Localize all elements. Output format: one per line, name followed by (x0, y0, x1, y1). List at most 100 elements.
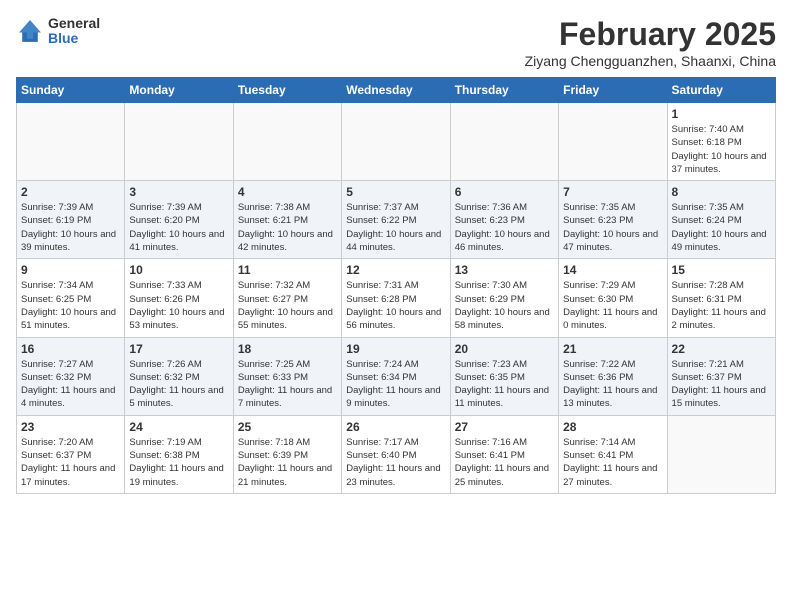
day-number: 1 (672, 107, 771, 121)
calendar-day-cell: 14 Sunrise: 7:29 AM Sunset: 6:30 PM Dayli… (559, 259, 667, 337)
day-info: Sunrise: 7:31 AM Sunset: 6:28 PM Dayligh… (346, 279, 445, 332)
calendar-day-cell: 27Sunrise: 7:16 AM Sunset: 6:41 PM Dayli… (450, 415, 558, 493)
day-info: Sunrise: 7:36 AM Sunset: 6:23 PM Dayligh… (455, 201, 554, 254)
calendar-day-cell: 1 Sunrise: 7:40 AM Sunset: 6:18 PM Daylig… (667, 103, 775, 181)
calendar-day-cell: 2Sunrise: 7:39 AM Sunset: 6:19 PM Daylig… (17, 181, 125, 259)
day-number: 12 (346, 263, 445, 277)
calendar-week-row: 23 Sunrise: 7:20 AM Sunset: 6:37 PM Dayli… (17, 415, 776, 493)
weekday-header: Thursday (450, 78, 558, 103)
day-info: Sunrise: 7:14 AM Sunset: 6:41 PM Dayligh… (563, 436, 662, 489)
day-info: Sunrise: 7:33 AM Sunset: 6:26 PM Dayligh… (129, 279, 228, 332)
calendar-day-cell: 21Sunrise: 7:22 AM Sunset: 6:36 PM Dayli… (559, 337, 667, 415)
calendar-table: SundayMondayTuesdayWednesdayThursdayFrid… (16, 77, 776, 494)
calendar-day-cell: 5 Sunrise: 7:37 AM Sunset: 6:22 PM Daylig… (342, 181, 450, 259)
weekday-header: Wednesday (342, 78, 450, 103)
day-info: Sunrise: 7:29 AM Sunset: 6:30 PM Dayligh… (563, 279, 662, 332)
page-header: General Blue February 2025 Ziyang Chengg… (16, 16, 776, 69)
day-number: 10 (129, 263, 228, 277)
day-info: Sunrise: 7:38 AM Sunset: 6:21 PM Dayligh… (238, 201, 337, 254)
day-number: 4 (238, 185, 337, 199)
calendar-day-cell: 9 Sunrise: 7:34 AM Sunset: 6:25 PM Daylig… (17, 259, 125, 337)
day-number: 25 (238, 420, 337, 434)
logo-text: General Blue (48, 16, 100, 47)
day-number: 3 (129, 185, 228, 199)
calendar-day-cell: 10 Sunrise: 7:33 AM Sunset: 6:26 PM Dayli… (125, 259, 233, 337)
calendar-day-cell: 16 Sunrise: 7:27 AM Sunset: 6:32 PM Dayli… (17, 337, 125, 415)
weekday-header: Friday (559, 78, 667, 103)
weekday-header: Monday (125, 78, 233, 103)
calendar-header-row: SundayMondayTuesdayWednesdayThursdayFrid… (17, 78, 776, 103)
day-number: 19 (346, 342, 445, 356)
calendar-week-row: 16 Sunrise: 7:27 AM Sunset: 6:32 PM Dayli… (17, 337, 776, 415)
day-info: Sunrise: 7:23 AM Sunset: 6:35 PM Dayligh… (455, 358, 554, 411)
day-number: 13 (455, 263, 554, 277)
day-number: 14 (563, 263, 662, 277)
calendar-day-cell: 18 Sunrise: 7:25 AM Sunset: 6:33 PM Dayli… (233, 337, 341, 415)
calendar-day-cell: 25 Sunrise: 7:18 AM Sunset: 6:39 PM Dayli… (233, 415, 341, 493)
day-info: Sunrise: 7:35 AM Sunset: 6:23 PM Dayligh… (563, 201, 662, 254)
day-number: 9 (21, 263, 120, 277)
calendar-day-cell: 6 Sunrise: 7:36 AM Sunset: 6:23 PM Daylig… (450, 181, 558, 259)
calendar-day-cell (233, 103, 341, 181)
calendar-day-cell: 17Sunrise: 7:26 AM Sunset: 6:32 PM Dayli… (125, 337, 233, 415)
day-number: 26 (346, 420, 445, 434)
calendar-week-row: 1 Sunrise: 7:40 AM Sunset: 6:18 PM Daylig… (17, 103, 776, 181)
calendar-day-cell (559, 103, 667, 181)
day-info: Sunrise: 7:18 AM Sunset: 6:39 PM Dayligh… (238, 436, 337, 489)
calendar-day-cell: 7 Sunrise: 7:35 AM Sunset: 6:23 PM Daylig… (559, 181, 667, 259)
logo-icon (16, 17, 44, 45)
day-number: 11 (238, 263, 337, 277)
calendar-day-cell: 11 Sunrise: 7:32 AM Sunset: 6:27 PM Dayli… (233, 259, 341, 337)
day-info: Sunrise: 7:35 AM Sunset: 6:24 PM Dayligh… (672, 201, 771, 254)
calendar-day-cell: 15 Sunrise: 7:28 AM Sunset: 6:31 PM Dayli… (667, 259, 775, 337)
day-info: Sunrise: 7:37 AM Sunset: 6:22 PM Dayligh… (346, 201, 445, 254)
weekday-header: Tuesday (233, 78, 341, 103)
calendar-week-row: 9 Sunrise: 7:34 AM Sunset: 6:25 PM Daylig… (17, 259, 776, 337)
day-number: 21 (563, 342, 662, 356)
calendar-day-cell (450, 103, 558, 181)
weekday-header: Sunday (17, 78, 125, 103)
day-info: Sunrise: 7:34 AM Sunset: 6:25 PM Dayligh… (21, 279, 120, 332)
calendar-day-cell (342, 103, 450, 181)
day-number: 22 (672, 342, 771, 356)
calendar-day-cell: 19 Sunrise: 7:24 AM Sunset: 6:34 PM Dayli… (342, 337, 450, 415)
day-info: Sunrise: 7:19 AM Sunset: 6:38 PM Dayligh… (129, 436, 228, 489)
calendar-day-cell: 23 Sunrise: 7:20 AM Sunset: 6:37 PM Dayli… (17, 415, 125, 493)
day-info: Sunrise: 7:32 AM Sunset: 6:27 PM Dayligh… (238, 279, 337, 332)
day-number: 24 (129, 420, 228, 434)
day-number: 8 (672, 185, 771, 199)
calendar-day-cell: 12 Sunrise: 7:31 AM Sunset: 6:28 PM Dayli… (342, 259, 450, 337)
calendar-day-cell (667, 415, 775, 493)
weekday-header: Saturday (667, 78, 775, 103)
day-info: Sunrise: 7:16 AM Sunset: 6:41 PM Dayligh… (455, 436, 554, 489)
day-info: Sunrise: 7:39 AM Sunset: 6:20 PM Dayligh… (129, 201, 228, 254)
day-number: 18 (238, 342, 337, 356)
day-number: 20 (455, 342, 554, 356)
day-number: 7 (563, 185, 662, 199)
day-info: Sunrise: 7:40 AM Sunset: 6:18 PM Dayligh… (672, 123, 771, 176)
calendar-day-cell: 4 Sunrise: 7:38 AM Sunset: 6:21 PM Daylig… (233, 181, 341, 259)
day-number: 16 (21, 342, 120, 356)
day-number: 15 (672, 263, 771, 277)
calendar-day-cell: 3 Sunrise: 7:39 AM Sunset: 6:20 PM Daylig… (125, 181, 233, 259)
day-info: Sunrise: 7:27 AM Sunset: 6:32 PM Dayligh… (21, 358, 120, 411)
calendar-day-cell: 24 Sunrise: 7:19 AM Sunset: 6:38 PM Dayli… (125, 415, 233, 493)
calendar-title: February 2025 (525, 16, 776, 53)
day-info: Sunrise: 7:28 AM Sunset: 6:31 PM Dayligh… (672, 279, 771, 332)
day-info: Sunrise: 7:26 AM Sunset: 6:32 PM Dayligh… (129, 358, 228, 411)
day-info: Sunrise: 7:25 AM Sunset: 6:33 PM Dayligh… (238, 358, 337, 411)
day-info: Sunrise: 7:20 AM Sunset: 6:37 PM Dayligh… (21, 436, 120, 489)
logo-blue-text: Blue (48, 31, 100, 46)
calendar-week-row: 2Sunrise: 7:39 AM Sunset: 6:19 PM Daylig… (17, 181, 776, 259)
calendar-day-cell: 28Sunrise: 7:14 AM Sunset: 6:41 PM Dayli… (559, 415, 667, 493)
logo: General Blue (16, 16, 100, 47)
calendar-day-cell (125, 103, 233, 181)
day-info: Sunrise: 7:21 AM Sunset: 6:37 PM Dayligh… (672, 358, 771, 411)
day-number: 23 (21, 420, 120, 434)
day-info: Sunrise: 7:24 AM Sunset: 6:34 PM Dayligh… (346, 358, 445, 411)
calendar-day-cell: 22 Sunrise: 7:21 AM Sunset: 6:37 PM Dayli… (667, 337, 775, 415)
calendar-day-cell: 8 Sunrise: 7:35 AM Sunset: 6:24 PM Daylig… (667, 181, 775, 259)
day-number: 5 (346, 185, 445, 199)
calendar-day-cell: 13Sunrise: 7:30 AM Sunset: 6:29 PM Dayli… (450, 259, 558, 337)
day-number: 6 (455, 185, 554, 199)
